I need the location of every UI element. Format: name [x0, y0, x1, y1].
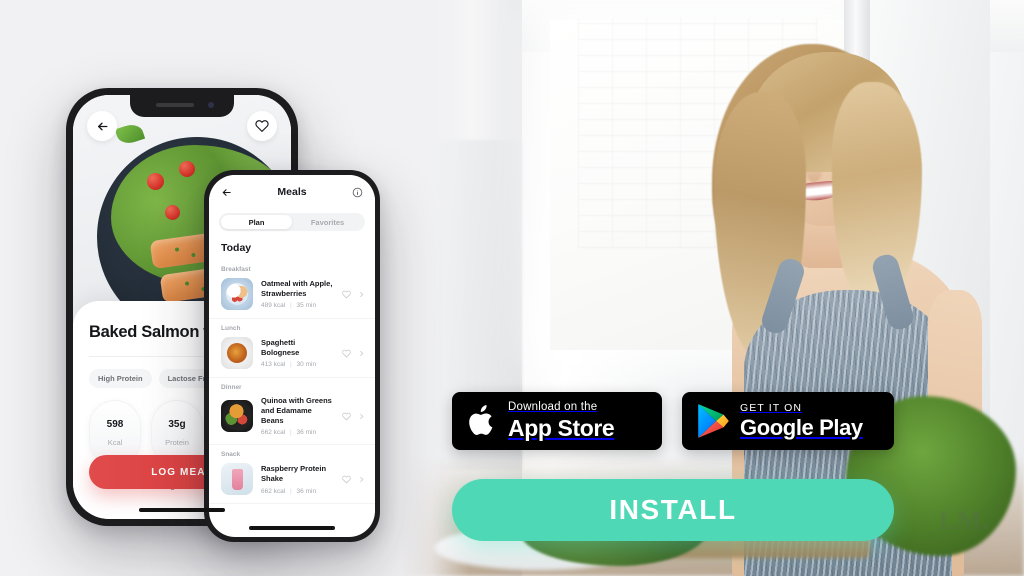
chevron-right-icon[interactable]	[358, 476, 365, 483]
meal-info: Raspberry Protein Shake 662 kcal | 36 mi…	[261, 464, 334, 494]
home-indicator	[139, 508, 225, 512]
section-label-snack: Snack	[221, 451, 241, 459]
meal-thumbnail	[221, 278, 253, 310]
tag-high-protein[interactable]: High Protein	[89, 369, 152, 388]
ad-banner: LM. Baked Salmon wi High Protein Lactose…	[0, 0, 1024, 576]
row-actions	[342, 412, 365, 421]
meal-kcal: 413 kcal	[261, 361, 286, 369]
row-actions	[342, 290, 365, 299]
heart-outline-icon[interactable]	[342, 412, 351, 421]
tomato-graphic	[165, 205, 180, 220]
apple-logo-icon	[469, 405, 493, 435]
meal-thumbnail	[221, 337, 253, 369]
google-play-text: GET IT ON Google Play	[740, 403, 863, 440]
google-play-big-text: Google Play	[740, 415, 863, 441]
section-label-lunch: Lunch	[221, 325, 241, 332]
install-button[interactable]: INSTALL	[452, 479, 894, 541]
back-button[interactable]	[87, 111, 117, 141]
basil-leaf-icon	[114, 121, 146, 147]
meal-time: 30 min	[296, 361, 317, 369]
day-heading: Today	[221, 242, 252, 254]
meal-name: Oatmeal with Apple, Strawberries	[261, 278, 333, 298]
meal-thumbnail	[221, 400, 253, 433]
macro-protein-value: 35g	[168, 419, 186, 430]
tab-favorites[interactable]: Favorites	[292, 215, 363, 229]
list-item[interactable]: Raspberry Protein Shake 662 kcal | 36 mi…	[209, 461, 375, 505]
meal-meta: 489 kcal | 35 min	[261, 302, 334, 309]
row-actions	[342, 349, 365, 358]
phone-notch	[130, 95, 234, 117]
google-play-badge[interactable]: GET IT ON Google Play	[682, 392, 894, 450]
meal-kcal: 662 kcal	[261, 429, 286, 437]
phone-mockup-meals-list: Meals Plan Favorites Today Breakfast Oat…	[204, 170, 380, 542]
meal-time: 36 min	[296, 429, 317, 437]
meal-kcal: 489 kcal	[261, 302, 286, 310]
meal-name: Quinoa with Greens and Edamame Beans	[261, 396, 332, 426]
meal-thumbnail	[221, 463, 253, 496]
row-actions	[342, 475, 365, 484]
meals-list[interactable]: Breakfast Oatmeal with Apple, Strawberri…	[209, 260, 375, 528]
favorite-button[interactable]	[247, 111, 277, 141]
heart-outline-icon[interactable]	[342, 290, 351, 299]
meals-header: Meals	[209, 175, 375, 209]
home-indicator	[249, 526, 335, 530]
meal-meta: 662 kcal | 36 min	[261, 429, 334, 436]
meal-info: Quinoa with Greens and Edamame Beans 662…	[261, 396, 334, 436]
section-label-breakfast: Breakfast	[221, 266, 251, 273]
meta-separator: |	[290, 302, 292, 310]
meal-info: Spaghetti Bolognese 413 kcal | 30 min	[261, 338, 334, 368]
phone-meals-screen: Meals Plan Favorites Today Breakfast Oat…	[209, 175, 375, 537]
back-arrow-left-icon[interactable]	[221, 187, 232, 198]
app-store-badge[interactable]: Download on the App Store	[452, 392, 662, 450]
meta-separator: |	[290, 429, 292, 437]
list-item[interactable]: Spaghetti Bolognese 413 kcal | 30 min	[209, 335, 375, 378]
app-store-small-text: Download on the	[508, 400, 598, 413]
arrow-left-icon	[97, 122, 107, 130]
notch-camera	[208, 102, 214, 108]
tomato-graphic	[179, 161, 195, 177]
meal-time: 36 min	[296, 487, 317, 495]
section-label-dinner: Dinner	[221, 384, 242, 391]
list-item[interactable]: Quinoa with Greens and Edamame Beans 662…	[209, 394, 375, 446]
tomato-graphic	[147, 173, 164, 190]
meal-info: Oatmeal with Apple, Strawberries 489 kca…	[261, 279, 334, 309]
chevron-right-icon[interactable]	[358, 350, 365, 357]
watermark: LM.	[938, 506, 990, 535]
page-title: Meals	[277, 186, 307, 198]
macro-kcal-value: 598	[106, 419, 124, 430]
heart-outline-icon[interactable]	[342, 475, 351, 484]
info-circle-icon[interactable]	[352, 187, 363, 198]
list-item[interactable]: Oatmeal with Apple, Strawberries 489 kca…	[209, 276, 375, 319]
tab-plan[interactable]: Plan	[221, 215, 292, 229]
app-store-text: Download on the App Store	[508, 400, 615, 442]
meal-meta: 413 kcal | 30 min	[261, 361, 334, 368]
meal-name: Spaghetti Bolognese	[261, 337, 300, 357]
meta-separator: |	[290, 361, 292, 369]
google-play-triangle-icon	[698, 404, 729, 438]
heart-outline-icon	[255, 120, 269, 132]
notch-speaker	[156, 103, 194, 107]
macro-protein-label: Protein	[165, 438, 189, 447]
google-play-small-text: GET IT ON	[740, 401, 803, 414]
meal-name: Raspberry Protein Shake	[261, 464, 327, 484]
meta-separator: |	[290, 487, 292, 495]
chevron-right-icon[interactable]	[358, 413, 365, 420]
meal-kcal: 662 kcal	[261, 487, 286, 495]
segmented-control: Plan Favorites	[219, 213, 365, 231]
macro-kcal-label: Kcal	[107, 438, 123, 447]
meal-time: 35 min	[296, 302, 317, 310]
app-store-big-text: App Store	[508, 415, 615, 442]
heart-outline-icon[interactable]	[342, 349, 351, 358]
chevron-right-icon[interactable]	[358, 291, 365, 298]
meal-meta: 662 kcal | 36 min	[261, 488, 334, 495]
